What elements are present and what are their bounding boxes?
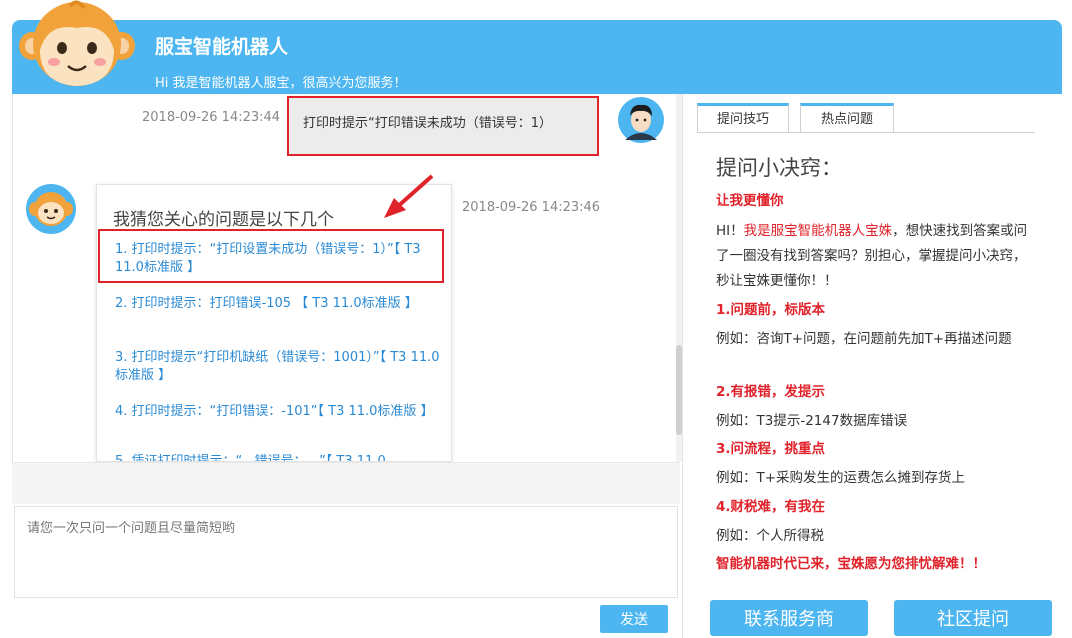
- bot-message: 我猜您关心的问题是以下几个 1. 打印时提示：“打印设置未成功（错误号：1）”【…: [96, 184, 452, 462]
- app-title: 服宝智能机器人: [155, 36, 289, 58]
- user-avatar-icon: [618, 97, 664, 143]
- suggestion-link[interactable]: 5. 凭证打印时提示：“...错误号：...”【 T3 11.0: [115, 453, 445, 461]
- intro-prefix: HI！: [716, 223, 744, 239]
- tip1-body: 例如：咨询T+问题，在问题前先加T+再描述问题: [716, 331, 1012, 347]
- app-subtitle: Hi 我是智能机器人服宝，很高兴为您服务！: [155, 76, 407, 91]
- tip4-body: 例如：个人所得税: [716, 528, 824, 544]
- suggestion-link[interactable]: 4. 打印时提示：“打印错误：-101”【 T3 11.0标准版 】: [115, 403, 445, 421]
- bot-intro: 我猜您关心的问题是以下几个: [113, 210, 334, 230]
- user-message-time: 2018-09-26 14:23:44: [142, 110, 281, 125]
- tip3-body: 例如：T+采购发生的运费怎么摊到存货上: [716, 470, 966, 486]
- monkey-logo-icon: [19, 0, 135, 86]
- bot-avatar-icon: [26, 184, 76, 234]
- bot-message-time: 2018-09-26 14:23:46: [462, 200, 601, 215]
- tip4-title: 4.财税难，有我在: [716, 499, 826, 515]
- suggestion-link[interactable]: 2. 打印时提示：打印错误-105 【 T3 11.0标准版 】: [115, 295, 445, 313]
- red-arrow-icon: [384, 174, 434, 218]
- message-input[interactable]: [14, 506, 678, 598]
- tip1-title: 1.问题前，标版本: [716, 302, 826, 318]
- tip3-title: 3.问流程，挑重点: [716, 441, 826, 457]
- tips-closing: 智能机器时代已来，宝姝愿为您排忧解难！！: [716, 556, 986, 572]
- toolbar-band: [12, 462, 680, 504]
- community-question-button[interactable]: 社区提问: [894, 600, 1052, 636]
- tips-title: 提问小决窍：: [716, 156, 842, 180]
- suggestion-link[interactable]: 3. 打印时提示“打印机缺纸（错误号：1001）”【 T3 11.0标准版 】: [115, 349, 445, 385]
- tip2-title: 2.有报错，发提示: [716, 384, 826, 400]
- highlight-box: [98, 229, 444, 283]
- tab-tips[interactable]: 提问技巧: [697, 103, 789, 133]
- tips-headline: 让我更懂你: [716, 193, 784, 209]
- tips-intro: HI！我是服宝智能机器人宝姝，想快速找到答案或问了一圈没有找到答案吗？别担心，掌…: [716, 219, 1034, 294]
- send-button[interactable]: 发送: [600, 605, 668, 633]
- header-bar: 服宝智能机器人 Hi 我是智能机器人服宝，很高兴为您服务！: [12, 20, 1062, 94]
- tab-hot-questions[interactable]: 热点问题: [800, 103, 894, 133]
- tab-divider: [697, 132, 1035, 133]
- tip2-body: 例如：T3提示-2147数据库错误: [716, 413, 908, 429]
- user-message: 打印时提示“打印错误未成功（错误号：1）: [287, 96, 599, 156]
- contact-provider-button[interactable]: 联系服务商: [710, 600, 868, 636]
- intro-highlight: 我是服宝智能机器人宝姝: [743, 223, 893, 239]
